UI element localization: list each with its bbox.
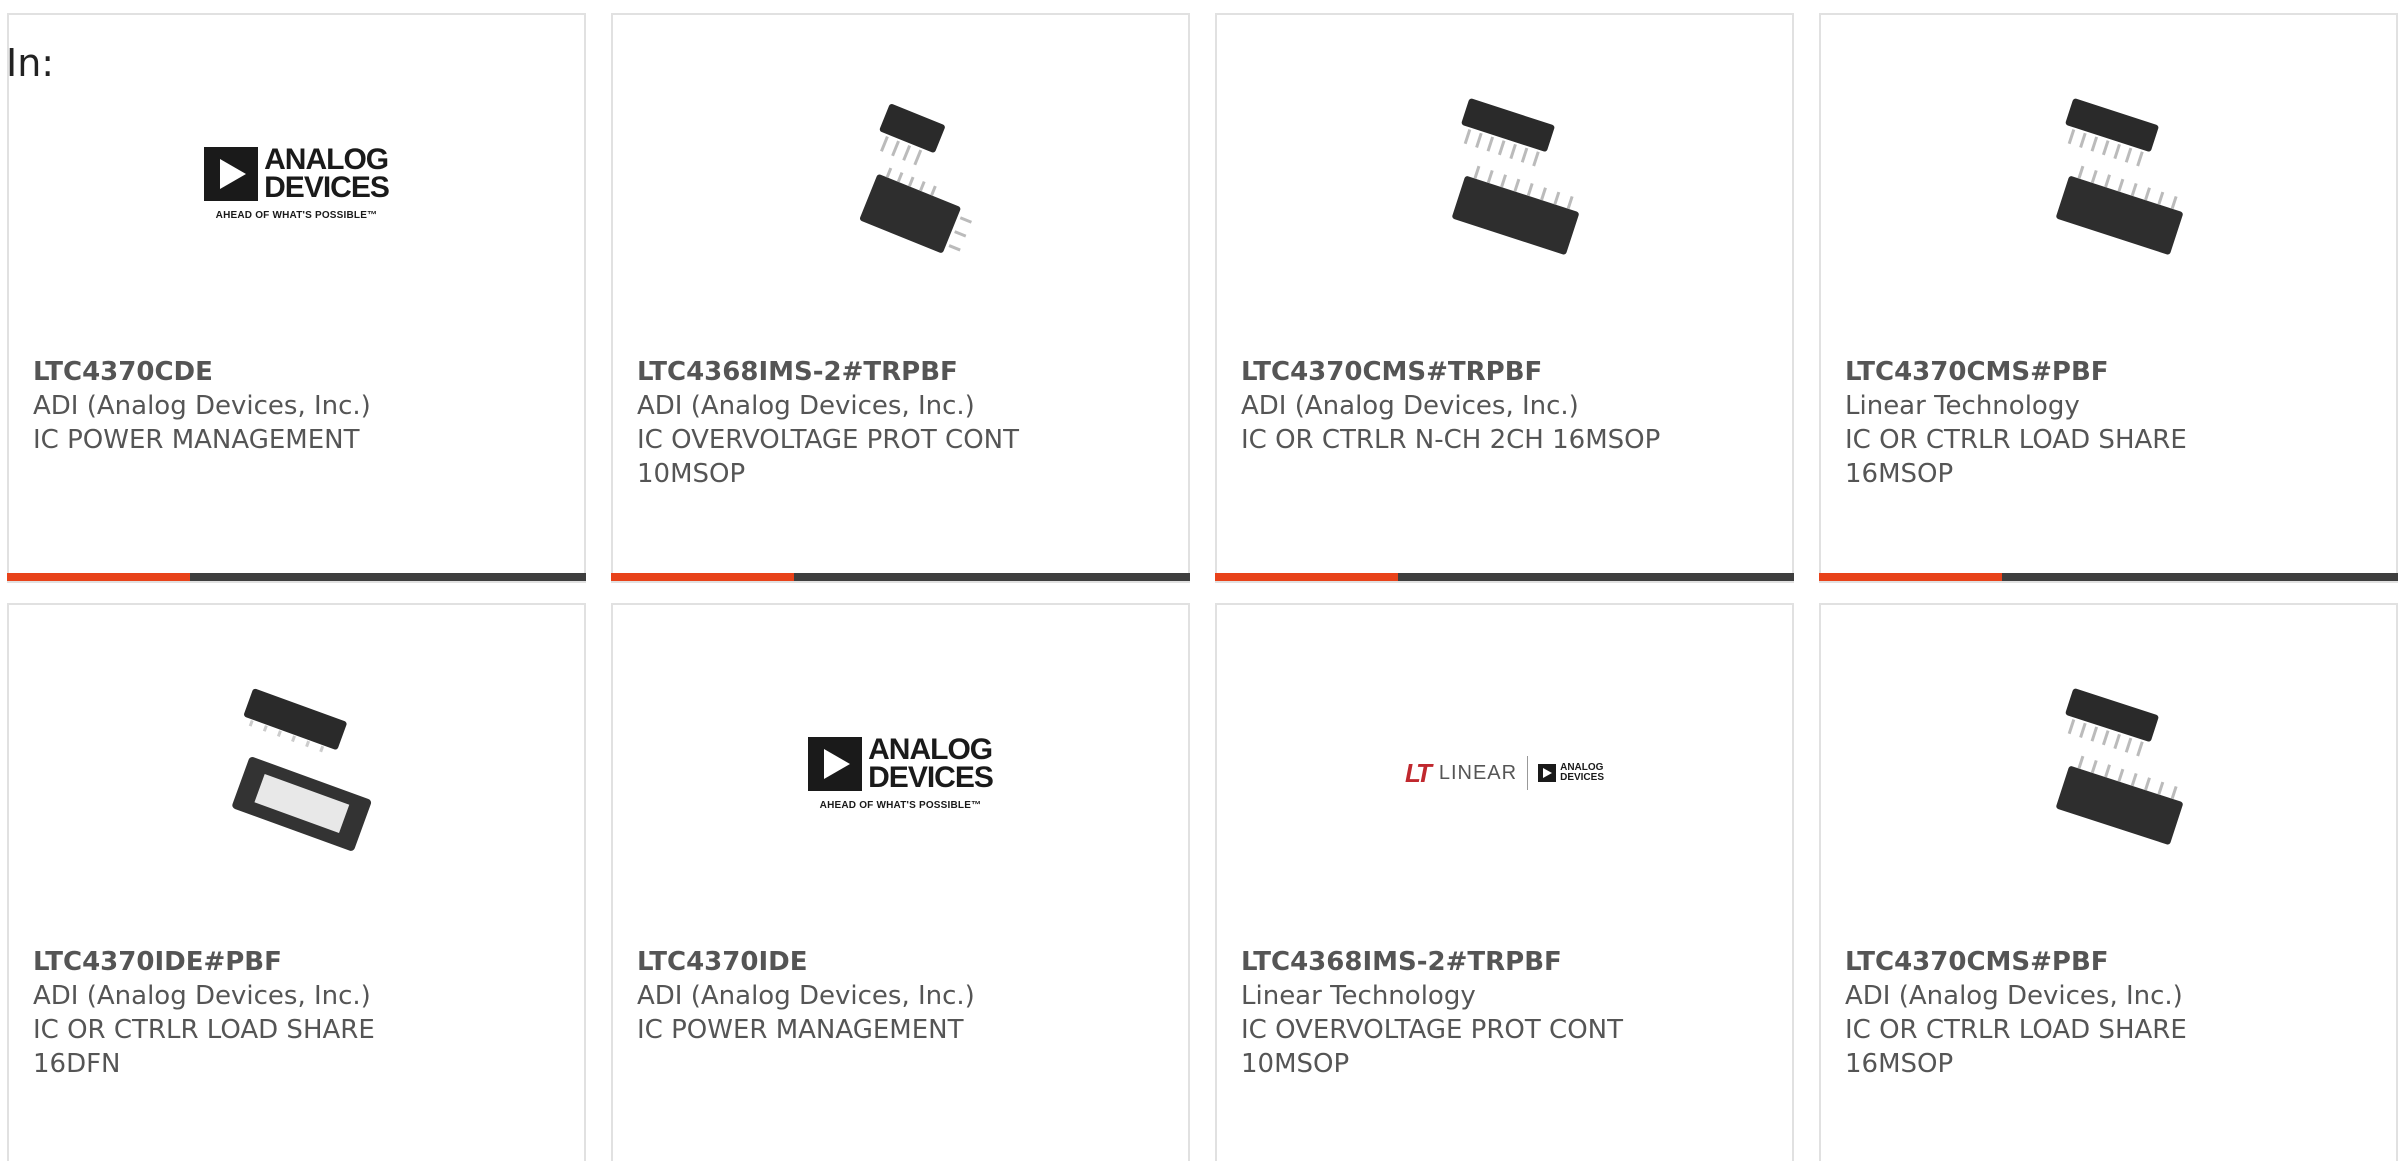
- msop-chip-icon: [859, 104, 972, 253]
- manufacturer: ADI (Analog Devices, Inc.): [637, 981, 975, 1011]
- msop-chip-icon: [2055, 98, 2183, 255]
- part-number[interactable]: LTC4370IDE#PBF: [33, 945, 560, 979]
- msop-chip-icon: [2055, 688, 2183, 845]
- dfn-chip-icon: [231, 688, 371, 851]
- product-card[interactable]: ANALOG DEVICES AHEAD OF WHAT'S POSSIBLE™ …: [611, 603, 1190, 1161]
- description: IC OVERVOLTAGE PROT CONT 10MSOP: [637, 425, 1019, 489]
- description: IC POWER MANAGEMENT: [637, 1015, 964, 1045]
- product-card[interactable]: LTC4370CMS#TRPBF ADI (Analog Devices, In…: [1215, 13, 1794, 583]
- card-bar: [611, 573, 1190, 581]
- card-bar: [1215, 573, 1794, 581]
- analog-devices-triangle-icon: [1538, 764, 1557, 782]
- product-card[interactable]: LTC4370IDE#PBF ADI (Analog Devices, Inc.…: [7, 603, 586, 1161]
- product-image: [2009, 673, 2209, 873]
- product-card[interactable]: ANALOG DEVICES AHEAD OF WHAT'S POSSIBLE™ …: [7, 13, 586, 583]
- description: IC OR CTRLR N-CH 2CH 16MSOP: [1241, 425, 1661, 455]
- product-image: ANALOG DEVICES AHEAD OF WHAT'S POSSIBLE™: [197, 83, 397, 283]
- description: IC OR CTRLR LOAD SHARE 16MSOP: [1845, 1015, 2187, 1079]
- product-card[interactable]: LTC4368IMS-2#TRPBF ADI (Analog Devices, …: [611, 13, 1190, 583]
- manufacturer: Linear Technology: [1845, 391, 2080, 421]
- product-grid-page: In: ANALOG DEVICES AHEAD OF WHAT'S POSSIB…: [0, 0, 2400, 1161]
- part-number[interactable]: LTC4368IMS-2#TRPBF: [1241, 945, 1768, 979]
- analog-devices-triangle-icon: [204, 146, 259, 201]
- manufacturer: ADI (Analog Devices, Inc.): [33, 981, 371, 1011]
- manufacturer: Linear Technology: [1241, 981, 1476, 1011]
- product-image: [1405, 83, 1605, 283]
- manufacturer: ADI (Analog Devices, Inc.): [637, 391, 975, 421]
- manufacturer: ADI (Analog Devices, Inc.): [33, 391, 371, 421]
- analog-devices-logo: ANALOG DEVICES AHEAD OF WHAT'S POSSIBLE™: [808, 734, 994, 811]
- product-card[interactable]: LT LINEAR ANALOG DEVICES LTC4368IMS-2#TRP…: [1215, 603, 1794, 1161]
- description: IC POWER MANAGEMENT: [33, 425, 360, 455]
- product-card[interactable]: LTC4370CMS#PBF Linear Technology IC OR C…: [1819, 13, 2398, 583]
- product-image: [197, 673, 397, 873]
- linear-technology-logo: LT LINEAR ANALOG DEVICES: [1405, 756, 1604, 790]
- card-bar: [7, 573, 586, 581]
- product-image: [801, 83, 1001, 283]
- part-number[interactable]: LTC4370IDE: [637, 945, 1164, 979]
- msop-chip-icon: [1451, 98, 1579, 255]
- part-number[interactable]: LTC4370CMS#TRPBF: [1241, 355, 1768, 389]
- description: IC OR CTRLR LOAD SHARE 16DFN: [33, 1015, 375, 1079]
- product-card[interactable]: LTC4370CMS#PBF ADI (Analog Devices, Inc.…: [1819, 603, 2398, 1161]
- part-number[interactable]: LTC4370CMS#PBF: [1845, 945, 2372, 979]
- card-bar: [1819, 573, 2398, 581]
- section-heading: In:: [6, 41, 55, 85]
- part-number[interactable]: LTC4368IMS-2#TRPBF: [637, 355, 1164, 389]
- description: IC OR CTRLR LOAD SHARE 16MSOP: [1845, 425, 2187, 489]
- product-image: ANALOG DEVICES AHEAD OF WHAT'S POSSIBLE™: [801, 673, 1001, 873]
- product-image: LT LINEAR ANALOG DEVICES: [1405, 673, 1605, 873]
- part-number[interactable]: LTC4370CMS#PBF: [1845, 355, 2372, 389]
- description: IC OVERVOLTAGE PROT CONT 10MSOP: [1241, 1015, 1623, 1079]
- analog-devices-triangle-icon: [808, 736, 863, 791]
- analog-devices-logo: ANALOG DEVICES AHEAD OF WHAT'S POSSIBLE™: [204, 144, 390, 221]
- part-number[interactable]: LTC4370CDE: [33, 355, 560, 389]
- manufacturer: ADI (Analog Devices, Inc.): [1241, 391, 1579, 421]
- product-image: [2009, 83, 2209, 283]
- linear-mark-icon: LT: [1405, 757, 1432, 788]
- manufacturer: ADI (Analog Devices, Inc.): [1845, 981, 2183, 1011]
